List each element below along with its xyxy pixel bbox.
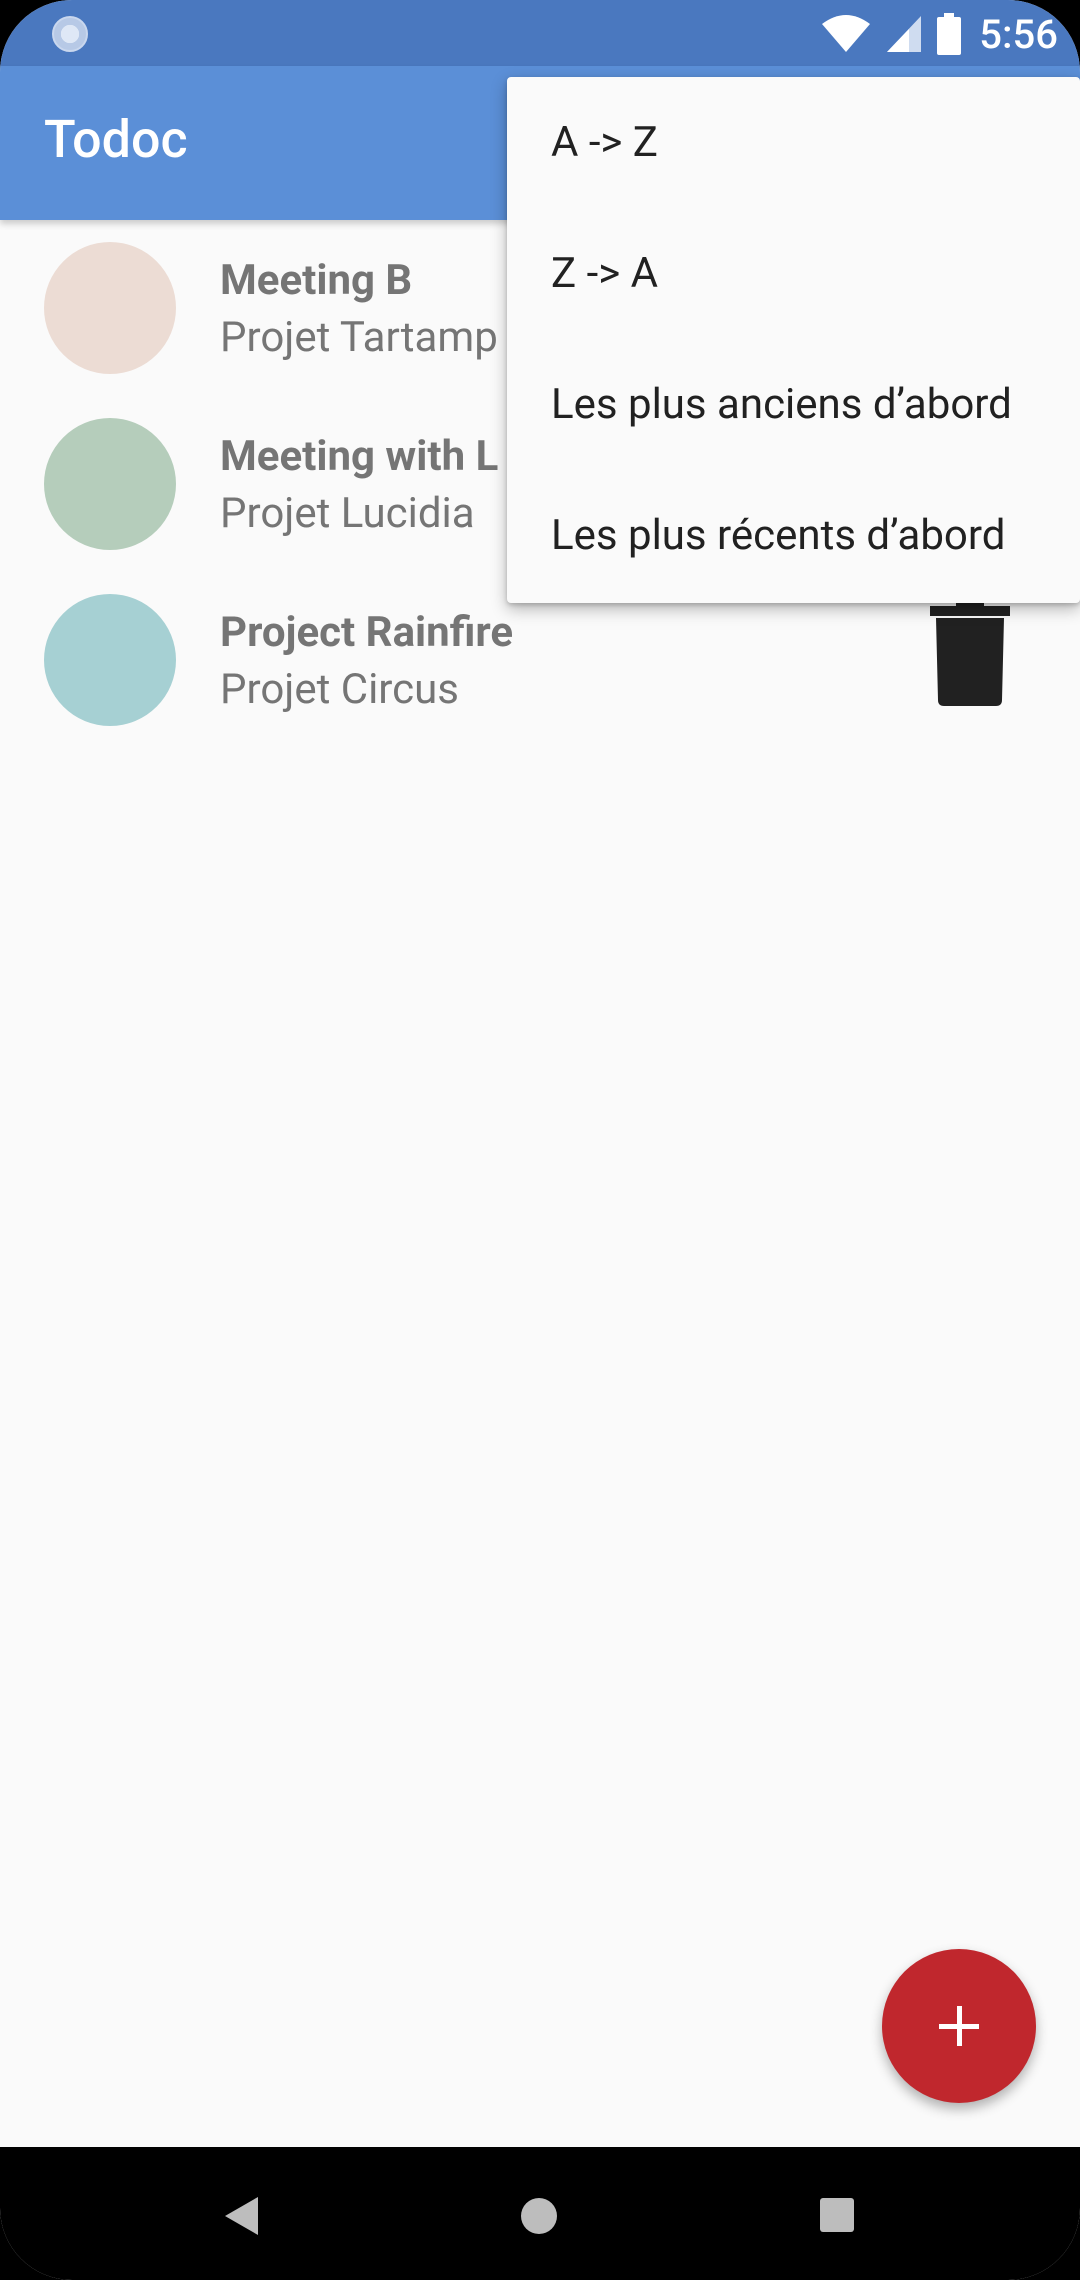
app-title: Todoc xyxy=(44,109,188,170)
sort-alphabetical-inverted-option[interactable]: Z -> A xyxy=(507,208,1080,339)
sort-newest-first-option[interactable]: Les plus récents d’abord xyxy=(507,470,1080,601)
delete-icon[interactable] xyxy=(930,602,1010,706)
home-icon[interactable] xyxy=(521,2198,557,2234)
task-name: Meeting B xyxy=(220,256,413,305)
task-name: Project Rainfire xyxy=(220,608,513,657)
app-screen: 5:56 Todoc Meeting B Projet Tartamp Meet… xyxy=(0,0,1080,2280)
status-bar: 5:56 xyxy=(0,0,1080,66)
loading-indicator-icon xyxy=(52,16,88,52)
status-bar-right: 5:56 xyxy=(821,8,1058,60)
status-time: 5:56 xyxy=(979,10,1058,58)
project-color-avatar xyxy=(44,242,176,374)
task-project: Projet Lucidia xyxy=(220,489,475,538)
wifi-icon xyxy=(822,15,871,52)
project-color-avatar xyxy=(44,418,176,550)
add-task-button[interactable] xyxy=(882,1949,1036,2103)
back-icon[interactable] xyxy=(225,2197,258,2235)
project-color-avatar xyxy=(44,594,176,726)
battery-icon xyxy=(937,13,962,55)
sort-menu: A -> Z Z -> A Les plus anciens d’abord L… xyxy=(507,77,1080,603)
cellular-signal-icon xyxy=(887,16,922,52)
recents-icon[interactable] xyxy=(820,2198,854,2232)
task-name: Meeting with L xyxy=(220,432,499,481)
task-project: Projet Circus xyxy=(220,665,459,714)
sort-oldest-first-option[interactable]: Les plus anciens d’abord xyxy=(507,339,1080,470)
task-project: Projet Tartamp xyxy=(220,313,498,362)
navigation-bar xyxy=(0,2147,1080,2280)
sort-alphabetical-option[interactable]: A -> Z xyxy=(507,77,1080,208)
